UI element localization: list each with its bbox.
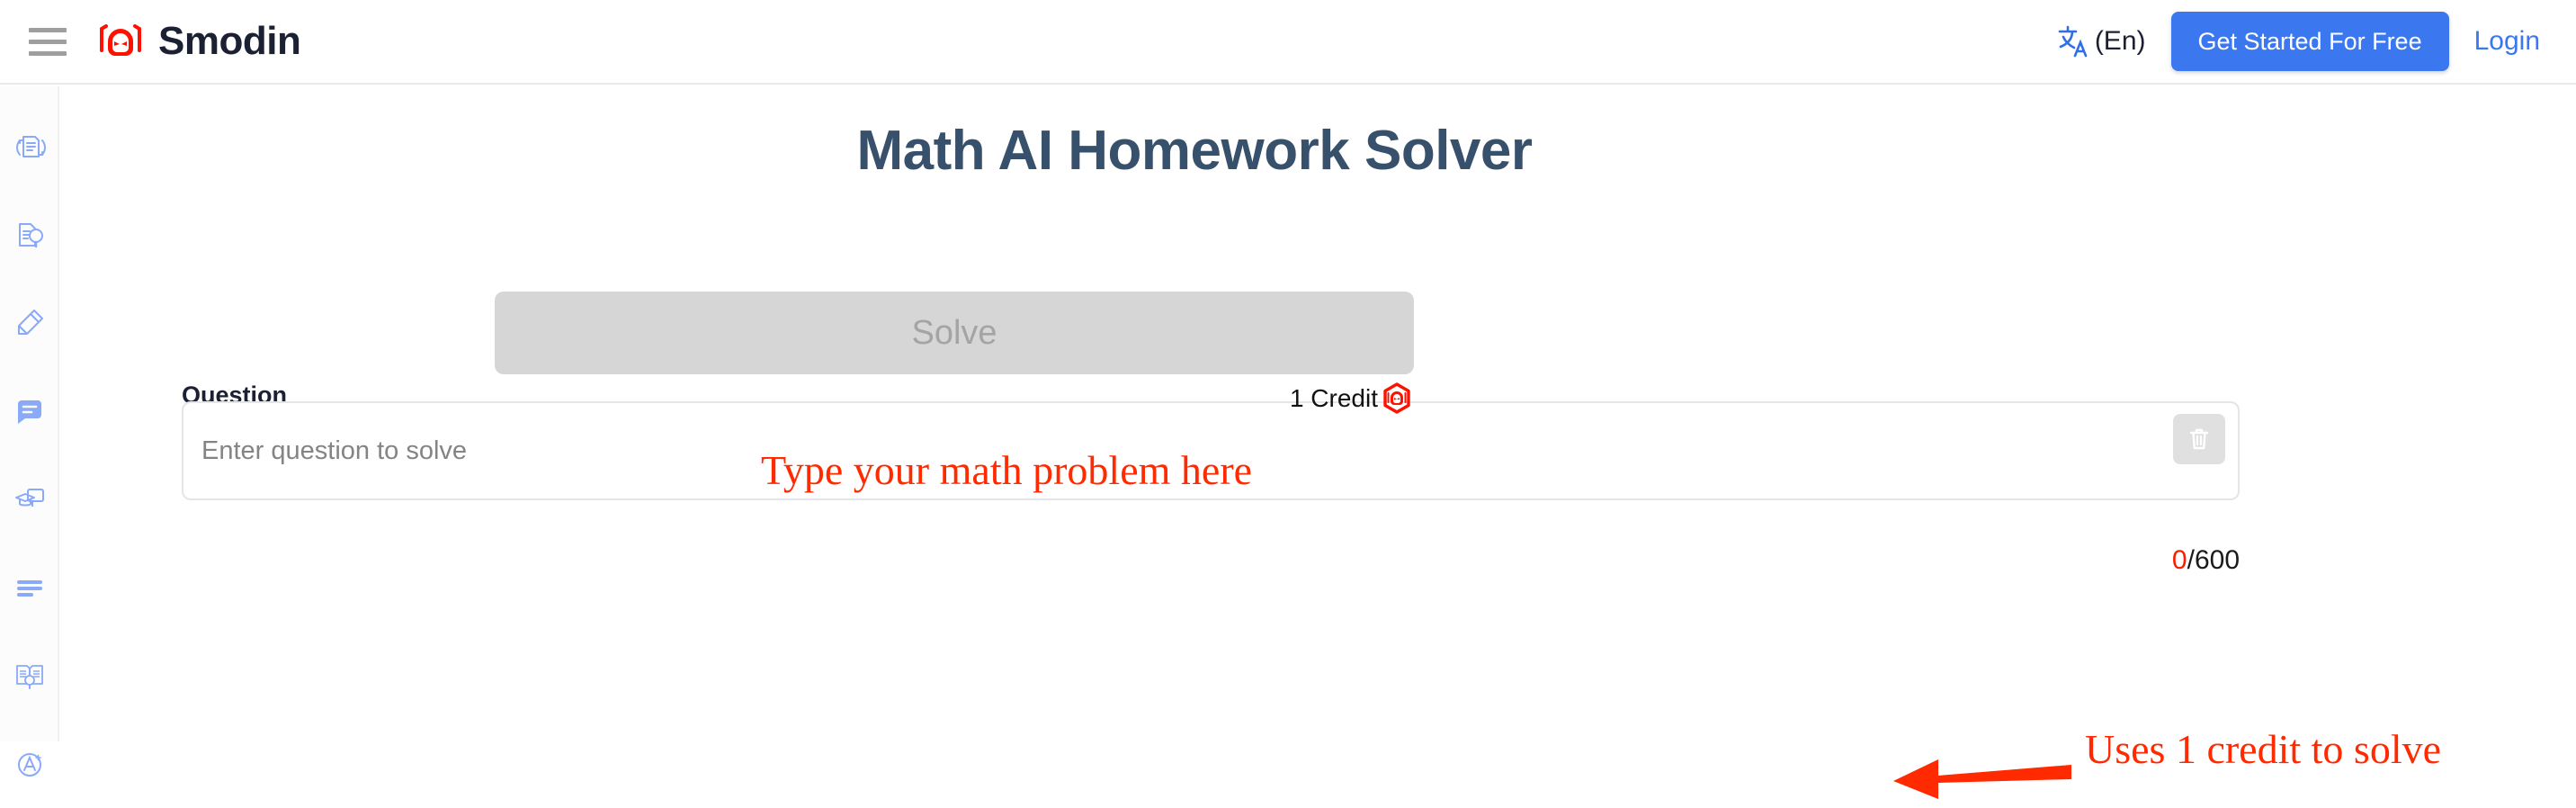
- get-started-button[interactable]: Get Started For Free: [2170, 12, 2449, 71]
- question-input[interactable]: Enter question to solve: [182, 401, 2240, 500]
- sidebar-item-homework-solver[interactable]: [0, 455, 59, 543]
- sidebar-item-rewriter[interactable]: [0, 103, 59, 191]
- annotation-credit-note: Uses 1 credit to solve: [2085, 726, 2442, 772]
- hamburger-menu-icon[interactable]: [29, 26, 67, 57]
- plagiarism-checker-icon: [19, 223, 43, 248]
- sidebar-item-plagiarism-checker[interactable]: [0, 191, 59, 279]
- smodin-robot-logo-icon: [100, 24, 141, 56]
- clear-question-button[interactable]: [2173, 414, 2225, 464]
- language-label: (En): [2094, 26, 2146, 56]
- hamburger-bar: [29, 39, 67, 44]
- research-book-icon: [16, 665, 43, 689]
- chat-bubble-icon: [18, 400, 41, 424]
- language-switcher[interactable]: (En): [2055, 23, 2146, 59]
- credit-cost-label: 1 Credit: [1289, 384, 1378, 412]
- character-count-limit: /600: [2187, 545, 2240, 575]
- left-sidebar: [0, 86, 59, 777]
- solve-section: Solve 1 Credit: [495, 292, 1414, 414]
- login-link[interactable]: Login: [2474, 26, 2540, 57]
- app-header: Smodin (En) Get Started For Free Login: [0, 0, 2576, 85]
- sidebar-item-chat[interactable]: [0, 367, 59, 455]
- solve-button[interactable]: Solve: [495, 292, 1414, 374]
- sidebar-item-research[interactable]: [0, 632, 59, 720]
- character-counter: 0/600: [182, 545, 2240, 576]
- brand-name: Smodin: [158, 19, 301, 63]
- graduation-cap-screen-icon: [15, 489, 44, 507]
- writer-pencil-icon: [18, 310, 43, 335]
- character-count-used: 0: [2171, 545, 2187, 575]
- a-plus-grader-icon: [18, 753, 41, 777]
- summarizer-lines-icon: [17, 580, 42, 597]
- rewriter-document-icon: [16, 136, 46, 157]
- page-title: Math AI Homework Solver: [856, 120, 1533, 182]
- sidebar-item-grader[interactable]: [0, 720, 59, 808]
- header-actions: (En) Get Started For Free Login: [2055, 12, 2540, 71]
- question-placeholder: Enter question to solve: [201, 436, 468, 465]
- translate-icon: [2058, 25, 2088, 58]
- smodin-credit-badge-icon: [1383, 382, 1410, 414]
- sidebar-item-summarizer[interactable]: [0, 543, 59, 632]
- credit-cost: 1 Credit: [1290, 382, 1414, 416]
- trash-icon: [2189, 428, 2209, 450]
- main-content: Math AI Homework Solver Question Enter q…: [61, 86, 2576, 799]
- hamburger-bar: [29, 27, 67, 32]
- hamburger-bar: [29, 50, 67, 56]
- brand-logo[interactable]: Smodin: [95, 19, 301, 63]
- left-arrow-annotation-icon: [1893, 759, 2071, 799]
- sidebar-item-writer[interactable]: [0, 279, 59, 367]
